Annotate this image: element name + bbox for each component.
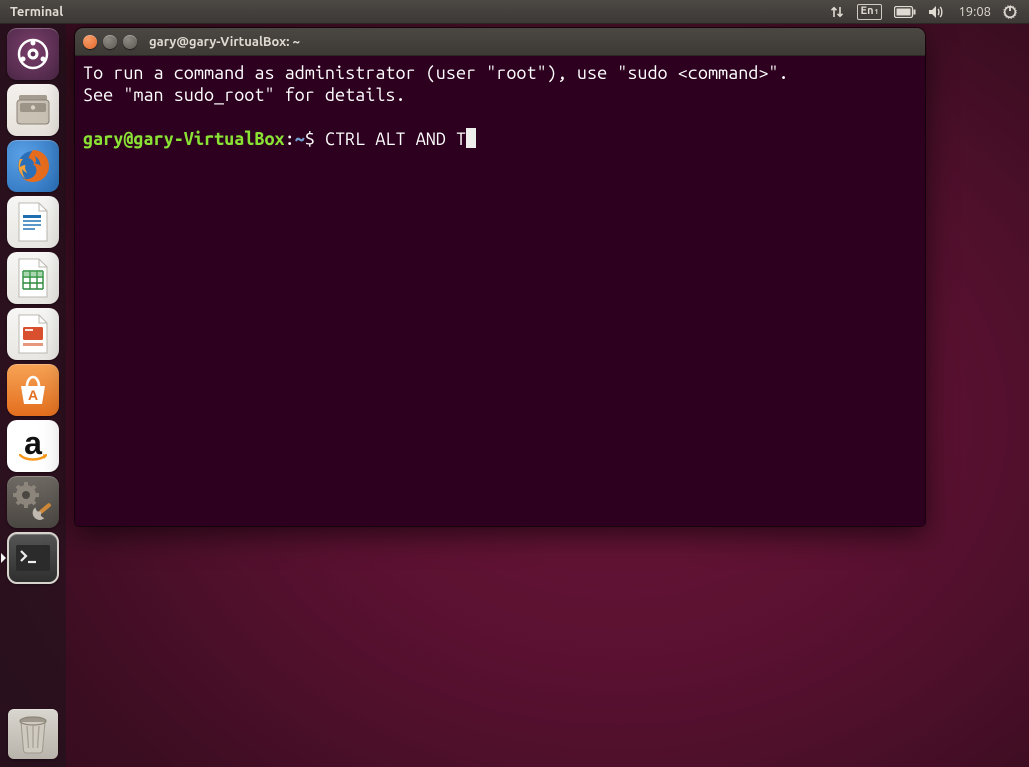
launcher-amazon[interactable]: a [7, 420, 59, 472]
terminal-cursor [466, 128, 476, 148]
launcher-libreoffice-calc[interactable] [7, 252, 59, 304]
terminal-title: gary@gary-VirtualBox: ~ [149, 35, 300, 49]
battery-indicator-icon[interactable] [888, 0, 922, 24]
keyboard-layout-code: En [861, 5, 874, 18]
window-minimize-button[interactable] [103, 35, 117, 49]
amazon-smile-icon [19, 454, 47, 464]
terminal-prompt-symbol: $ [305, 129, 315, 149]
keyboard-layout-indicator[interactable]: En 1 [851, 0, 889, 24]
keyboard-layout-sub: 1 [875, 6, 879, 19]
launcher-terminal[interactable] [7, 532, 59, 584]
window-maximize-button[interactable] [123, 35, 137, 49]
launcher-dash[interactable] [7, 28, 59, 80]
session-indicator-icon[interactable] [997, 0, 1023, 24]
terminal-prompt-sep: : [285, 129, 295, 149]
launcher: A a [0, 24, 66, 767]
launcher-firefox[interactable] [7, 140, 59, 192]
clock-indicator[interactable]: 19:08 [952, 0, 997, 24]
launcher-libreoffice-writer[interactable] [7, 196, 59, 248]
launcher-files[interactable] [7, 84, 59, 136]
network-indicator-icon[interactable] [823, 0, 851, 24]
svg-text:A: A [28, 387, 38, 403]
launcher-trash[interactable] [8, 709, 58, 759]
sound-indicator-icon[interactable] [922, 0, 952, 24]
terminal-prompt-path: ~ [295, 129, 305, 149]
window-close-button[interactable] [83, 35, 97, 49]
terminal-motd-line1: To run a command as administrator (user … [83, 63, 789, 83]
terminal-titlebar[interactable]: gary@gary-VirtualBox: ~ [75, 28, 925, 56]
active-app-title: Terminal [6, 5, 63, 19]
terminal-typed-command: CTRL ALT AND T [325, 129, 466, 149]
terminal-body[interactable]: To run a command as administrator (user … [75, 56, 925, 526]
terminal-motd-line2: See "man sudo_root" for details. [83, 85, 406, 105]
launcher-libreoffice-impress[interactable] [7, 308, 59, 360]
top-panel: Terminal En 1 19:08 [0, 0, 1029, 24]
terminal-prompt-user: gary@gary-VirtualBox [83, 129, 285, 149]
terminal-window: gary@gary-VirtualBox: ~ To run a command… [75, 28, 925, 526]
launcher-system-settings[interactable] [7, 476, 59, 528]
launcher-ubuntu-software[interactable]: A [7, 364, 59, 416]
